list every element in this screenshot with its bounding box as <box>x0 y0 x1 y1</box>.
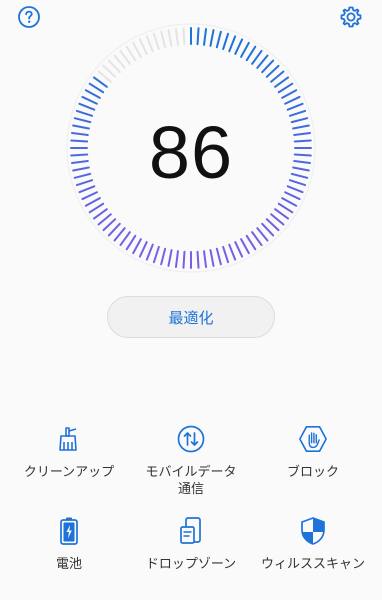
tool-label: ドロップゾーン <box>145 557 237 572</box>
gear-icon <box>340 6 362 28</box>
score-gauge: 86 <box>61 18 321 278</box>
battery-icon <box>60 517 78 545</box>
data-transfer-icon <box>177 425 205 453</box>
shield-icon <box>301 517 325 545</box>
question-mark-circle-icon <box>18 6 40 28</box>
tool-drop-zone[interactable]: ドロップゾーン <box>128 516 254 573</box>
tool-virus-scan[interactable]: ウィルススキャン <box>250 516 376 573</box>
tool-label: ウィルススキャン <box>260 557 365 572</box>
drop-zone-icon <box>180 517 201 544</box>
tool-cleanup[interactable]: クリーンアップ <box>6 424 132 481</box>
tool-label: ブロック <box>286 465 339 480</box>
help-button[interactable] <box>16 4 42 30</box>
tool-block[interactable]: ブロック <box>250 424 376 481</box>
tool-label: モバイルデータ 通信 <box>145 465 237 497</box>
settings-button[interactable] <box>338 4 364 30</box>
tool-battery[interactable]: 電池 <box>6 516 132 573</box>
hand-block-icon <box>299 426 327 452</box>
tool-label: 電池 <box>55 557 82 572</box>
tool-mobile-data[interactable]: モバイルデータ 通信 <box>128 424 254 498</box>
score-value: 86 <box>148 110 234 194</box>
tool-label: クリーンアップ <box>23 465 115 480</box>
broom-icon <box>59 427 77 451</box>
optimize-button[interactable]: 最適化 <box>107 296 275 338</box>
